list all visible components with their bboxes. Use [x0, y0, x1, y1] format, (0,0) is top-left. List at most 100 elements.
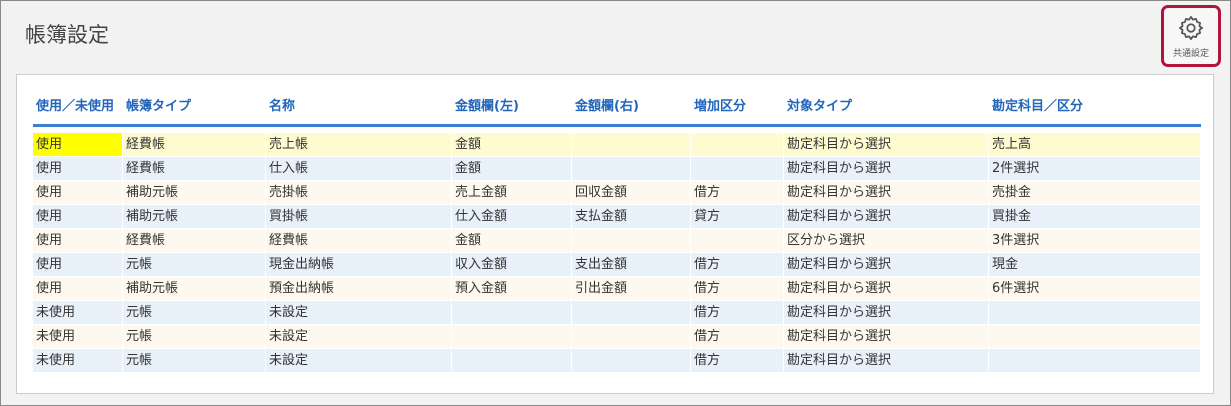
col-header-increase-side[interactable]: 増加区分: [691, 91, 784, 127]
cell-target-type[interactable]: 勘定科目から選択: [784, 181, 989, 205]
cell-amount-left[interactable]: 金額: [452, 229, 572, 253]
col-header-name[interactable]: 名称: [266, 91, 452, 127]
cell-usage[interactable]: 使用: [33, 277, 123, 301]
cell-name[interactable]: 預金出納帳: [266, 277, 452, 301]
cell-amount-left[interactable]: 収入金額: [452, 253, 572, 277]
cell-ledger-type[interactable]: 経費帳: [123, 133, 266, 157]
cell-name[interactable]: 未設定: [266, 301, 452, 325]
cell-target-type[interactable]: 勘定科目から選択: [784, 349, 989, 373]
cell-increase-side[interactable]: 借方: [691, 181, 784, 205]
cell-name[interactable]: 売掛帳: [266, 181, 452, 205]
table-row[interactable]: 使用 経費帳 売上帳 金額 勘定科目から選択 売上高: [33, 133, 1201, 157]
cell-name[interactable]: 未設定: [266, 349, 452, 373]
cell-account[interactable]: [989, 325, 1201, 349]
cell-increase-side[interactable]: [691, 133, 784, 157]
cell-ledger-type[interactable]: 元帳: [123, 253, 266, 277]
cell-amount-right[interactable]: [572, 325, 691, 349]
col-header-account[interactable]: 勘定科目／区分: [989, 91, 1201, 127]
cell-ledger-type[interactable]: 補助元帳: [123, 205, 266, 229]
table-row[interactable]: 未使用 元帳 未設定 借方 勘定科目から選択: [33, 349, 1201, 373]
cell-amount-right[interactable]: [572, 349, 691, 373]
cell-ledger-type[interactable]: 経費帳: [123, 157, 266, 181]
cell-amount-left[interactable]: 売上金額: [452, 181, 572, 205]
col-header-amount-left[interactable]: 金額欄(左): [452, 91, 572, 127]
cell-account[interactable]: 買掛金: [989, 205, 1201, 229]
cell-increase-side[interactable]: 借方: [691, 325, 784, 349]
cell-usage[interactable]: 使用: [33, 205, 123, 229]
cell-usage[interactable]: 未使用: [33, 301, 123, 325]
cell-ledger-type[interactable]: 経費帳: [123, 229, 266, 253]
cell-target-type[interactable]: 勘定科目から選択: [784, 301, 989, 325]
cell-increase-side[interactable]: [691, 229, 784, 253]
cell-account[interactable]: [989, 349, 1201, 373]
cell-target-type[interactable]: 勘定科目から選択: [784, 133, 989, 157]
cell-amount-left[interactable]: 金額: [452, 157, 572, 181]
cell-amount-left[interactable]: [452, 349, 572, 373]
cell-target-type[interactable]: 勘定科目から選択: [784, 157, 989, 181]
cell-increase-side[interactable]: 借方: [691, 301, 784, 325]
table-row[interactable]: 使用 補助元帳 買掛帳 仕入金額 支払金額 貸方 勘定科目から選択 買掛金: [33, 205, 1201, 229]
cell-increase-side[interactable]: 借方: [691, 349, 784, 373]
cell-amount-left[interactable]: 仕入金額: [452, 205, 572, 229]
cell-usage[interactable]: 使用: [33, 157, 123, 181]
table-row[interactable]: 使用 経費帳 仕入帳 金額 勘定科目から選択 2件選択: [33, 157, 1201, 181]
cell-usage[interactable]: 使用: [33, 229, 123, 253]
cell-increase-side[interactable]: 貸方: [691, 205, 784, 229]
cell-amount-left[interactable]: [452, 301, 572, 325]
cell-amount-left[interactable]: 金額: [452, 133, 572, 157]
cell-account[interactable]: [989, 301, 1201, 325]
cell-ledger-type[interactable]: 元帳: [123, 301, 266, 325]
cell-ledger-type[interactable]: 補助元帳: [123, 181, 266, 205]
cell-amount-right[interactable]: [572, 229, 691, 253]
col-header-ledger-type[interactable]: 帳簿タイプ: [123, 91, 266, 127]
cell-target-type[interactable]: 勘定科目から選択: [784, 325, 989, 349]
cell-name[interactable]: 買掛帳: [266, 205, 452, 229]
cell-increase-side[interactable]: 借方: [691, 277, 784, 301]
cell-amount-right[interactable]: 回収金額: [572, 181, 691, 205]
cell-ledger-type[interactable]: 元帳: [123, 325, 266, 349]
cell-name[interactable]: 売上帳: [266, 133, 452, 157]
cell-increase-side[interactable]: 借方: [691, 253, 784, 277]
cell-ledger-type[interactable]: 補助元帳: [123, 277, 266, 301]
cell-amount-right[interactable]: 支払金額: [572, 205, 691, 229]
cell-target-type[interactable]: 区分から選択: [784, 229, 989, 253]
cell-account[interactable]: 売掛金: [989, 181, 1201, 205]
table-row[interactable]: 使用 元帳 現金出納帳 収入金額 支出金額 借方 勘定科目から選択 現金: [33, 253, 1201, 277]
cell-usage[interactable]: 使用: [33, 253, 123, 277]
cell-increase-side[interactable]: [691, 157, 784, 181]
cell-usage[interactable]: 使用: [33, 181, 123, 205]
cell-amount-right[interactable]: 支出金額: [572, 253, 691, 277]
cell-account[interactable]: 2件選択: [989, 157, 1201, 181]
cell-name[interactable]: 仕入帳: [266, 157, 452, 181]
cell-amount-left[interactable]: [452, 325, 572, 349]
cell-name[interactable]: 経費帳: [266, 229, 452, 253]
cell-name[interactable]: 未設定: [266, 325, 452, 349]
table-row[interactable]: 未使用 元帳 未設定 借方 勘定科目から選択: [33, 325, 1201, 349]
gear-icon: [1179, 16, 1203, 40]
table-row[interactable]: 使用 補助元帳 預金出納帳 預入金額 引出金額 借方 勘定科目から選択 6件選択: [33, 277, 1201, 301]
table-row[interactable]: 使用 補助元帳 売掛帳 売上金額 回収金額 借方 勘定科目から選択 売掛金: [33, 181, 1201, 205]
cell-account[interactable]: 売上高: [989, 133, 1201, 157]
cell-amount-right[interactable]: [572, 157, 691, 181]
cell-amount-right[interactable]: [572, 301, 691, 325]
cell-account[interactable]: 3件選択: [989, 229, 1201, 253]
col-header-amount-right[interactable]: 金額欄(右): [572, 91, 691, 127]
cell-target-type[interactable]: 勘定科目から選択: [784, 205, 989, 229]
cell-account[interactable]: 6件選択: [989, 277, 1201, 301]
cell-amount-right[interactable]: [572, 133, 691, 157]
cell-amount-right[interactable]: 引出金額: [572, 277, 691, 301]
cell-name[interactable]: 現金出納帳: [266, 253, 452, 277]
cell-target-type[interactable]: 勘定科目から選択: [784, 253, 989, 277]
cell-usage[interactable]: 使用: [33, 133, 123, 157]
common-settings-button[interactable]: 共通設定: [1161, 5, 1221, 67]
cell-usage[interactable]: 未使用: [33, 325, 123, 349]
cell-target-type[interactable]: 勘定科目から選択: [784, 277, 989, 301]
table-row[interactable]: 使用 経費帳 経費帳 金額 区分から選択 3件選択: [33, 229, 1201, 253]
cell-ledger-type[interactable]: 元帳: [123, 349, 266, 373]
cell-amount-left[interactable]: 預入金額: [452, 277, 572, 301]
col-header-usage[interactable]: 使用／未使用: [33, 91, 123, 127]
col-header-target-type[interactable]: 対象タイプ: [784, 91, 989, 127]
cell-account[interactable]: 現金: [989, 253, 1201, 277]
cell-usage[interactable]: 未使用: [33, 349, 123, 373]
table-row[interactable]: 未使用 元帳 未設定 借方 勘定科目から選択: [33, 301, 1201, 325]
